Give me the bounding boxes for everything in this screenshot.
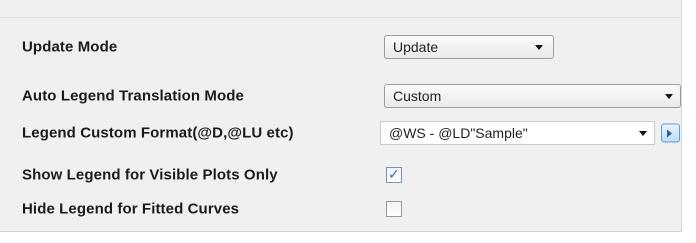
- row-hide-legend-fitted-curves: Hide Legend for Fitted Curves: [0, 194, 682, 224]
- auto-legend-translation-mode-label: Auto Legend Translation Mode: [22, 87, 244, 105]
- chevron-right-icon: [667, 129, 672, 138]
- chevron-down-icon[interactable]: [639, 131, 647, 136]
- divider: [0, 17, 681, 18]
- update-mode-dropdown[interactable]: Update: [384, 35, 554, 59]
- show-legend-visible-only-checkbox[interactable]: ✓: [386, 167, 402, 183]
- update-mode-value: Update: [393, 39, 439, 55]
- legend-custom-format-input[interactable]: @WS - @LD"Sample": [380, 121, 655, 145]
- chevron-down-icon: [535, 45, 543, 50]
- legend-format-apply-button[interactable]: [661, 123, 680, 143]
- show-legend-visible-only-label: Show Legend for Visible Plots Only: [22, 166, 278, 184]
- row-show-legend-visible-only: Show Legend for Visible Plots Only ✓: [0, 160, 682, 190]
- auto-legend-translation-mode-value: Custom: [393, 88, 442, 104]
- row-update-mode: Update Mode Update: [0, 32, 682, 62]
- row-auto-legend-translation-mode: Auto Legend Translation Mode Custom: [0, 81, 682, 111]
- chevron-down-icon: [665, 94, 673, 99]
- row-legend-custom-format: Legend Custom Format(@D,@LU etc) @WS - @…: [0, 118, 682, 148]
- legend-custom-format-value: @WS - @LD"Sample": [389, 125, 528, 141]
- hide-legend-fitted-curves-checkbox[interactable]: [386, 201, 402, 217]
- legend-settings-panel: Update Mode Update Auto Legend Translati…: [0, 0, 682, 232]
- auto-legend-translation-mode-dropdown[interactable]: Custom: [384, 84, 681, 108]
- update-mode-label: Update Mode: [22, 38, 118, 56]
- hide-legend-fitted-curves-label: Hide Legend for Fitted Curves: [22, 200, 240, 218]
- checkmark-icon: ✓: [388, 167, 400, 183]
- legend-custom-format-label: Legend Custom Format(@D,@LU etc): [22, 124, 294, 142]
